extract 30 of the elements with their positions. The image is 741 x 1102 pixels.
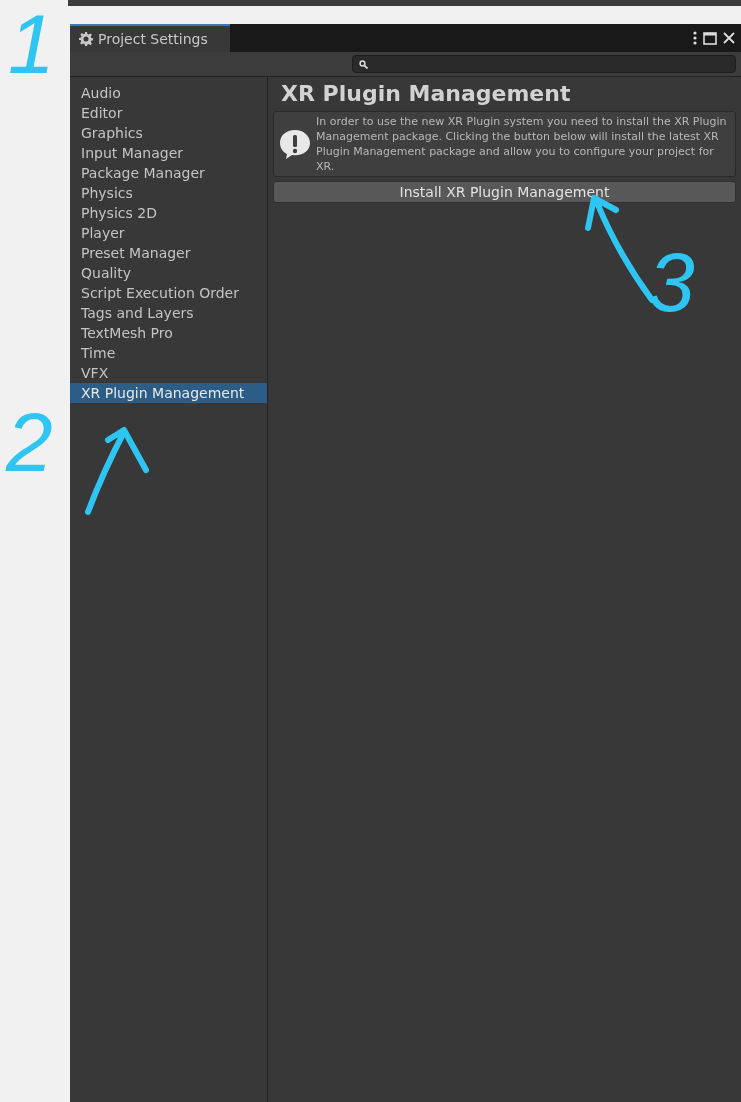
sidebar-item[interactable]: Script Execution Order [70, 283, 267, 303]
sidebar-item[interactable]: TextMesh Pro [70, 323, 267, 343]
more-options-icon[interactable] [693, 31, 697, 45]
sidebar-item[interactable]: Physics [70, 183, 267, 203]
help-text: In order to use the new XR Plugin system you need to install the XR Plugin Management package. Clicking the button below will install the latest XR Plugin Management package and allow you to configure your project for XR. [316, 114, 728, 174]
sidebar-item[interactable]: XR Plugin Management [70, 383, 267, 403]
annotation-number: 1 [8, 2, 55, 86]
gear-icon [79, 32, 93, 46]
search-field[interactable] [352, 55, 736, 73]
sidebar-item[interactable]: Player [70, 223, 267, 243]
annotation-number: 2 [6, 400, 53, 484]
sidebar-item[interactable]: Graphics [70, 123, 267, 143]
sidebar-item[interactable]: Time [70, 343, 267, 363]
sidebar-item[interactable]: Physics 2D [70, 203, 267, 223]
sidebar-item[interactable]: Preset Manager [70, 243, 267, 263]
window-tab[interactable]: Project Settings [70, 24, 230, 52]
sidebar-item[interactable]: Audio [70, 83, 267, 103]
sidebar-item[interactable]: Package Manager [70, 163, 267, 183]
sidebar-item[interactable]: Tags and Layers [70, 303, 267, 323]
search-icon [359, 59, 368, 69]
close-icon[interactable] [723, 32, 735, 44]
annotation-number: 3 [648, 240, 695, 324]
sidebar-item[interactable]: Quality [70, 263, 267, 283]
warning-icon [278, 128, 312, 160]
sidebar-item[interactable]: Input Manager [70, 143, 267, 163]
sidebar-item[interactable]: VFX [70, 363, 267, 383]
install-button[interactable]: Install XR Plugin Management [273, 181, 736, 203]
page-title: XR Plugin Management [280, 80, 572, 108]
sidebar-item[interactable]: Editor [70, 103, 267, 123]
maximize-icon[interactable] [703, 31, 717, 45]
